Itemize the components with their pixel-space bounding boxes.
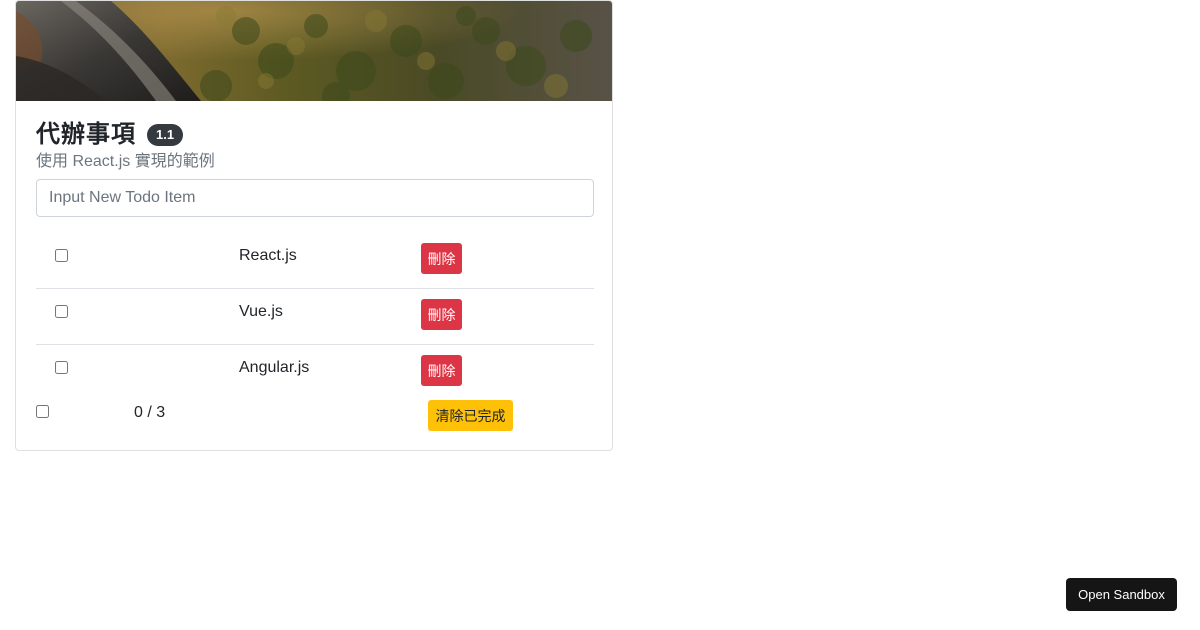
todo-text: Angular.js (239, 359, 310, 376)
delete-button[interactable]: 刪除 (421, 243, 462, 274)
delete-button[interactable]: 刪除 (421, 355, 462, 386)
todo-item: Vue.js 刪除 (36, 289, 594, 345)
todo-checkbox[interactable] (55, 249, 68, 262)
todo-checkbox[interactable] (55, 361, 68, 374)
subtitle: 使用 React.js 實現的範例 (36, 153, 215, 170)
todo-item: React.js 刪除 (36, 233, 594, 289)
completed-count: 0 / 3 (134, 404, 166, 421)
version-badge: 1.1 (147, 124, 184, 146)
todo-text: Vue.js (239, 303, 283, 320)
banner-image (16, 1, 612, 101)
title-row: 代辦事項 1.1 (36, 121, 184, 149)
todo-checkbox[interactable] (55, 305, 68, 318)
open-sandbox-button[interactable]: Open Sandbox (1066, 578, 1177, 611)
page-title: 代辦事項 (36, 121, 136, 148)
todo-item: Angular.js 刪除 (36, 345, 594, 401)
clear-completed-button[interactable]: 清除已完成 (428, 400, 513, 431)
delete-button[interactable]: 刪除 (421, 299, 462, 330)
new-todo-input[interactable] (36, 179, 594, 217)
todo-card: 代辦事項 1.1 使用 React.js 實現的範例 React.js 刪除 V… (15, 0, 613, 451)
todo-text: React.js (239, 247, 297, 264)
select-all-checkbox[interactable] (36, 405, 49, 418)
